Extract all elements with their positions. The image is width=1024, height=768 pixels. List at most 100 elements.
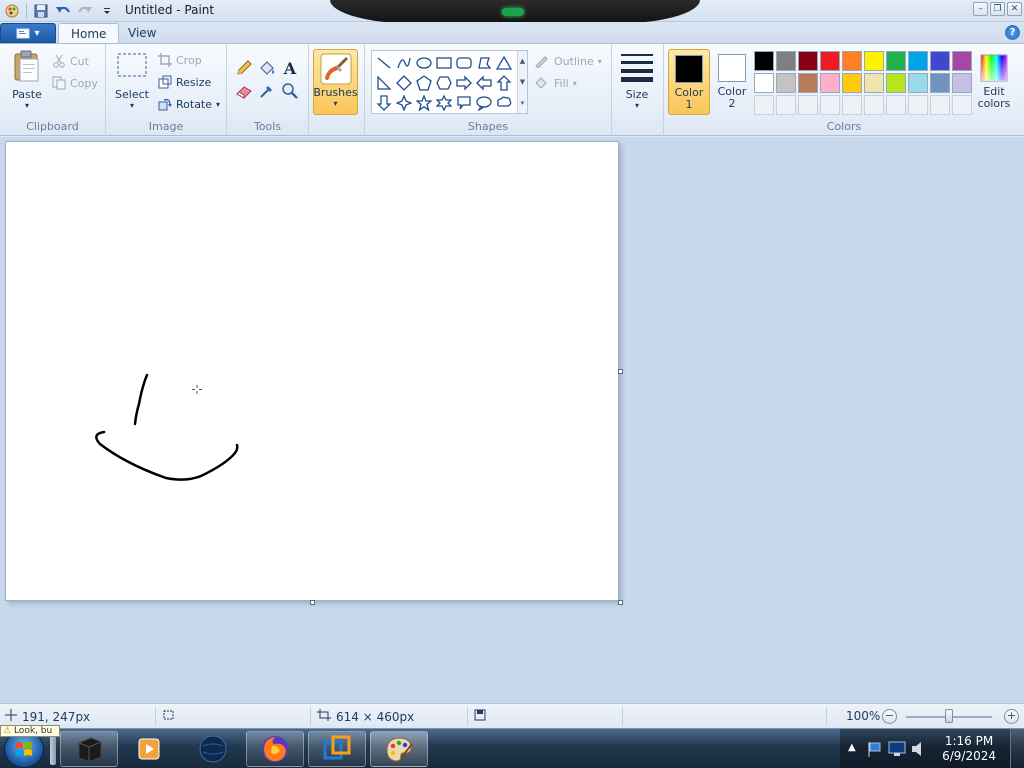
custom-color-slot[interactable] — [864, 95, 884, 115]
shape-right-arrow-icon[interactable] — [454, 73, 474, 93]
custom-color-slot[interactable] — [952, 95, 972, 115]
system-clock[interactable]: 1:16 PM 6/9/2024 — [942, 734, 996, 764]
paste-button[interactable]: Paste ▾ — [8, 50, 46, 110]
custom-color-slot[interactable] — [930, 95, 950, 115]
scroll-down-icon[interactable]: ▼ — [520, 78, 525, 86]
shape-pentagon-icon[interactable] — [414, 73, 434, 93]
minimize-button[interactable]: – — [973, 2, 988, 16]
palette-swatch[interactable] — [886, 73, 906, 93]
restore-button[interactable]: ❐ — [990, 2, 1005, 16]
shape-hexagon-icon[interactable] — [434, 73, 454, 93]
redo-icon[interactable] — [75, 2, 95, 20]
show-hidden-icons-icon[interactable]: ▲ — [848, 742, 856, 753]
resize-handle-bottom[interactable] — [310, 600, 315, 605]
resize-button[interactable]: Resize — [158, 73, 211, 91]
color-picker-tool[interactable] — [256, 81, 278, 101]
shape-cloud-callout-icon[interactable] — [494, 93, 514, 113]
taskbar-app-paint[interactable] — [370, 731, 428, 767]
palette-swatch[interactable] — [820, 73, 840, 93]
palette-swatch[interactable] — [930, 73, 950, 93]
show-desktop-button[interactable] — [1010, 729, 1024, 768]
palette-swatch[interactable] — [754, 51, 774, 71]
custom-color-slot[interactable] — [820, 95, 840, 115]
palette-swatch[interactable] — [776, 51, 796, 71]
palette-swatch[interactable] — [842, 51, 862, 71]
shape-diamond-icon[interactable] — [394, 73, 414, 93]
magnifier-tool[interactable] — [279, 81, 301, 101]
resize-handle-right[interactable] — [618, 369, 623, 374]
shape-polygon-icon[interactable] — [474, 53, 494, 73]
custom-color-slot[interactable] — [908, 95, 928, 115]
shape-down-arrow-icon[interactable] — [374, 93, 394, 113]
taskbar-app-virtualbox[interactable] — [308, 731, 366, 767]
resize-handle-corner[interactable] — [618, 600, 623, 605]
help-icon[interactable]: ? — [1005, 25, 1020, 40]
zoom-in-button[interactable]: + — [1004, 709, 1019, 724]
palette-swatch[interactable] — [952, 51, 972, 71]
undo-icon[interactable] — [53, 2, 73, 20]
custom-color-slot[interactable] — [754, 95, 774, 115]
fill-button[interactable]: Fill ▾ — [534, 74, 577, 92]
palette-swatch[interactable] — [908, 73, 928, 93]
shape-oval-icon[interactable] — [414, 53, 434, 73]
close-button[interactable]: ✕ — [1007, 2, 1022, 16]
save-icon[interactable] — [31, 2, 51, 20]
shape-triangle-icon[interactable] — [494, 53, 514, 73]
size-button[interactable]: Size ▾ — [618, 52, 656, 110]
select-button[interactable]: Select ▾ — [114, 52, 150, 110]
shape-five-point-star-icon[interactable] — [414, 93, 434, 113]
shape-curve-icon[interactable] — [394, 53, 414, 73]
custom-color-slot[interactable] — [886, 95, 906, 115]
shape-six-point-star-icon[interactable] — [434, 93, 454, 113]
taskbar-app-media-player[interactable] — [120, 731, 178, 767]
shape-rounded-callout-icon[interactable] — [454, 93, 474, 113]
shape-oval-callout-icon[interactable] — [474, 93, 494, 113]
palette-swatch[interactable] — [820, 51, 840, 71]
shapes-scroll[interactable]: ▲ ▼ ▾ — [517, 51, 527, 113]
color2-button[interactable]: Color 2 — [711, 49, 753, 115]
palette-swatch[interactable] — [930, 51, 950, 71]
cut-button[interactable]: Cut — [52, 52, 89, 70]
palette-swatch[interactable] — [776, 73, 796, 93]
shape-up-arrow-icon[interactable] — [494, 73, 514, 93]
scroll-up-icon[interactable]: ▲ — [520, 57, 525, 65]
fill-tool[interactable] — [256, 58, 278, 78]
palette-swatch[interactable] — [886, 51, 906, 71]
custom-color-slot[interactable] — [776, 95, 796, 115]
eraser-tool[interactable] — [233, 81, 255, 101]
brushes-button[interactable]: Brushes ▾ — [313, 49, 358, 115]
expand-gallery-icon[interactable]: ▾ — [521, 99, 525, 107]
outline-button[interactable]: Outline ▾ — [534, 52, 602, 70]
palette-swatch[interactable] — [754, 73, 774, 93]
shape-four-point-star-icon[interactable] — [394, 93, 414, 113]
network-monitor-icon[interactable] — [888, 741, 906, 760]
copy-button[interactable]: Copy — [52, 74, 98, 92]
customize-qat-dropdown-icon[interactable] — [97, 2, 117, 20]
palette-swatch[interactable] — [864, 73, 884, 93]
crop-button[interactable]: Crop — [158, 51, 202, 69]
text-tool[interactable]: A — [279, 58, 301, 78]
drawing-canvas[interactable] — [5, 141, 619, 601]
color1-button[interactable]: Color 1 — [668, 49, 710, 115]
palette-swatch[interactable] — [952, 73, 972, 93]
zoom-slider-thumb[interactable] — [945, 709, 953, 723]
shape-rectangle-icon[interactable] — [434, 53, 454, 73]
taskbar-app-terminal[interactable] — [60, 731, 118, 767]
palette-swatch[interactable] — [798, 51, 818, 71]
zoom-out-button[interactable]: − — [882, 709, 897, 724]
edit-colors-button[interactable]: Edit colors — [973, 49, 1015, 115]
paint-menu-button[interactable]: ▾ — [0, 23, 56, 43]
custom-color-slot[interactable] — [842, 95, 862, 115]
pencil-tool[interactable] — [233, 58, 255, 78]
palette-swatch[interactable] — [908, 51, 928, 71]
action-center-flag-icon[interactable] — [866, 740, 882, 761]
shape-left-arrow-icon[interactable] — [474, 73, 494, 93]
rotate-button[interactable]: Rotate ▾ — [158, 95, 220, 113]
palette-swatch[interactable] — [798, 73, 818, 93]
palette-swatch[interactable] — [864, 51, 884, 71]
taskbar-app-firefox[interactable] — [246, 731, 304, 767]
shape-rounded-rectangle-icon[interactable] — [454, 53, 474, 73]
tab-home[interactable]: Home — [58, 23, 120, 44]
taskbar-app-browser-dark[interactable] — [184, 731, 242, 767]
palette-swatch[interactable] — [842, 73, 862, 93]
